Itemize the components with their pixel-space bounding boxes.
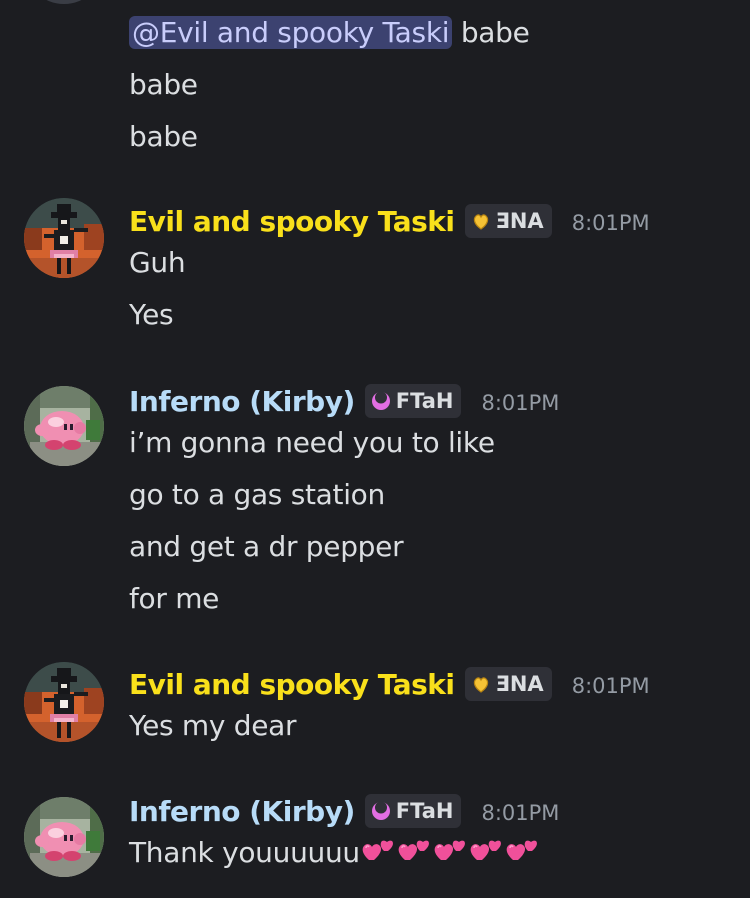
two-hearts-emoji: [468, 836, 504, 874]
message-header: Inferno (Kirby) FTaH 8:01PM: [129, 381, 559, 421]
username[interactable]: Inferno (Kirby): [129, 385, 355, 418]
server-tag[interactable]: ƎNA: [464, 204, 552, 238]
two-hearts-emoji: [396, 836, 432, 874]
timestamp[interactable]: 8:01PM: [481, 387, 559, 415]
username[interactable]: Inferno (Kirby): [129, 795, 355, 828]
two-hearts-emoji: [432, 836, 468, 874]
message-text: babe: [452, 16, 530, 49]
server-tag-label: ƎNA: [495, 672, 544, 696]
message-header: Evil and spooky Taski ƎNA 8:01PM: [129, 664, 650, 704]
gold-heart-icon: [471, 211, 491, 231]
message-line: babe: [129, 120, 198, 153]
timestamp[interactable]: 8:01PM: [572, 207, 650, 235]
message-line: for me: [129, 582, 220, 615]
two-hearts-emoji: [360, 836, 396, 874]
message-text: Thank youuuuuu: [129, 836, 360, 869]
crescent-moon-icon: [371, 801, 391, 821]
timestamp[interactable]: 8:01PM: [481, 797, 559, 825]
partial-avatar[interactable]: [24, 0, 104, 4]
message-line: @Evil and spooky Taski babe: [129, 16, 530, 50]
message-line: Yes my dear: [129, 709, 297, 742]
user-mention[interactable]: @Evil and spooky Taski: [129, 16, 453, 49]
message-header: Inferno (Kirby) FTaH 8:01PM: [129, 791, 559, 831]
two-hearts-emoji: [504, 836, 540, 874]
server-tag-label: FTaH: [395, 799, 454, 823]
message-line: and get a dr pepper: [129, 530, 404, 563]
username[interactable]: Evil and spooky Taski: [129, 668, 455, 701]
avatar[interactable]: [24, 662, 104, 742]
message-line: go to a gas station: [129, 478, 385, 511]
timestamp[interactable]: 8:01PM: [572, 670, 650, 698]
message-line: Thank youuuuuu: [129, 836, 540, 874]
server-tag-label: FTaH: [395, 389, 454, 413]
avatar[interactable]: [24, 386, 104, 466]
message-header: Evil and spooky Taski ƎNA 8:01PM: [129, 201, 650, 241]
username[interactable]: Evil and spooky Taski: [129, 205, 455, 238]
gold-heart-icon: [471, 674, 491, 694]
chat-message-list: @Evil and spooky Taski babe babe babe Ev…: [0, 0, 750, 898]
avatar[interactable]: [24, 797, 104, 877]
avatar[interactable]: [24, 198, 104, 278]
server-tag[interactable]: FTaH: [364, 794, 462, 828]
crescent-moon-icon: [371, 391, 391, 411]
message-line: babe: [129, 68, 198, 101]
server-tag[interactable]: ƎNA: [464, 667, 552, 701]
server-tag-label: ƎNA: [495, 209, 544, 233]
message-line: Guh: [129, 246, 186, 279]
server-tag[interactable]: FTaH: [364, 384, 462, 418]
message-line: Yes: [129, 298, 174, 331]
message-line: i’m gonna need you to like: [129, 426, 495, 459]
